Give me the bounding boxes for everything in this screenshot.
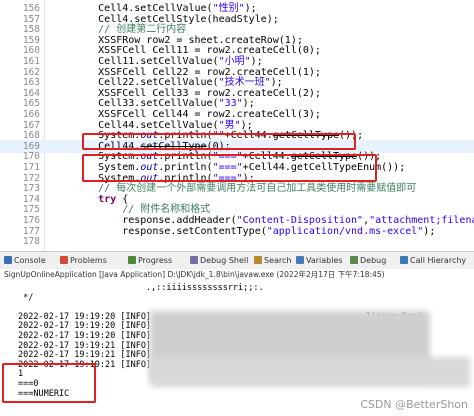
- console-line: */: [18, 292, 34, 303]
- tab-label: Console: [14, 256, 46, 265]
- tab-label: Call Hierarchy: [410, 256, 467, 265]
- console-tab-bar: Console Problems Progress Debug Shell Search…: [0, 251, 474, 270]
- console-launch-title: SignUpOnlineApplication [Java Applicatio…: [0, 269, 474, 280]
- highlight-box-lines-170-171: [82, 154, 377, 182]
- console-tab-variables[interactable]: Variables: [296, 255, 343, 267]
- tab-label: Debug Shell: [200, 256, 249, 265]
- console-tab-problems[interactable]: Problems: [60, 255, 107, 267]
- console-tab-search[interactable]: Search: [254, 255, 291, 267]
- code-line[interactable]: 178: [0, 235, 474, 248]
- console-tab-debug[interactable]: Debug: [350, 255, 386, 267]
- tab-icon: [350, 256, 358, 264]
- highlight-box-line-168: [82, 133, 356, 150]
- tab-label: Debug: [360, 256, 387, 265]
- console-tab-console[interactable]: Console: [4, 255, 46, 267]
- line-number: 178: [22, 236, 40, 248]
- tab-icon: [254, 256, 262, 264]
- tab-icon: [128, 256, 136, 264]
- console-output[interactable]: .,::iiiissssssssrri;;:. */2022-02-17 19:…: [0, 281, 474, 416]
- tab-label: Problems: [70, 256, 107, 265]
- highlight-box-output: [2, 363, 96, 403]
- tab-icon: [60, 256, 68, 264]
- tab-icon: [400, 256, 408, 264]
- code-editor[interactable]: 156 Cell4.setCellValue("性别"); 157 Cell4.s…: [0, 0, 474, 251]
- tab-label: Search: [264, 256, 292, 265]
- tab-label: Variables: [306, 256, 343, 265]
- console-tab-call-hierarchy[interactable]: Call Hierarchy: [400, 255, 466, 267]
- tab-icon: [4, 256, 12, 264]
- console-line: .,::iiiissssssssrri;;:.: [18, 283, 264, 293]
- console-tab-debug-shell[interactable]: Debug Shell: [190, 255, 248, 267]
- watermark: CSDN @BetterShon: [360, 398, 468, 411]
- console-tab-progress[interactable]: Progress: [128, 255, 172, 267]
- tab-icon: [190, 256, 198, 264]
- tab-label: Progress: [138, 256, 173, 265]
- redacted-region: [150, 357, 470, 387]
- tab-icon: [296, 256, 304, 264]
